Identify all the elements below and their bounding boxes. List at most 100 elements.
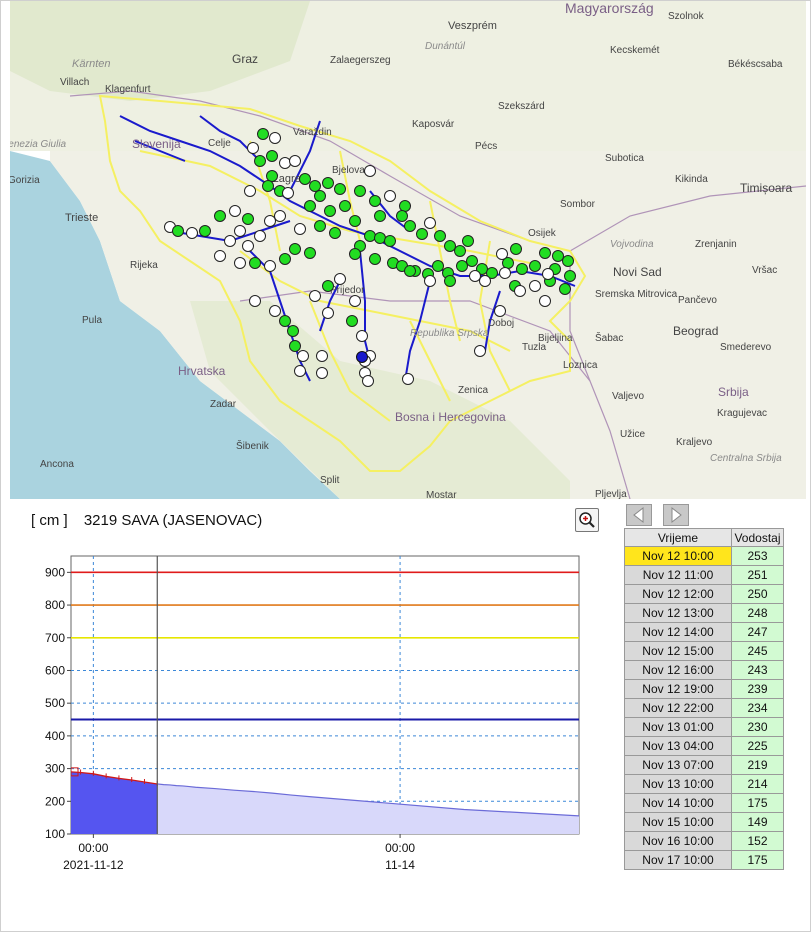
row-time[interactable]: Nov 12 10:00	[624, 546, 732, 566]
table-row[interactable]: Nov 12 11:00 251	[624, 565, 784, 585]
station-marker[interactable]	[479, 275, 491, 287]
station-marker[interactable]	[314, 220, 326, 232]
row-time[interactable]: Nov 15 10:00	[624, 812, 732, 832]
row-time[interactable]: Nov 13 01:00	[624, 717, 732, 737]
station-marker[interactable]	[322, 280, 334, 292]
row-time[interactable]: Nov 12 16:00	[624, 660, 732, 680]
station-marker[interactable]	[279, 253, 291, 265]
row-time[interactable]: Nov 16 10:00	[624, 831, 732, 851]
table-row[interactable]: Nov 12 16:00 243	[624, 660, 784, 680]
station-marker[interactable]	[289, 340, 301, 352]
station-marker[interactable]	[279, 157, 291, 169]
station-marker[interactable]	[334, 183, 346, 195]
station-marker[interactable]	[224, 235, 236, 247]
row-time[interactable]: Nov 12 19:00	[624, 679, 732, 699]
zoom-button[interactable]	[575, 508, 599, 532]
station-marker[interactable]	[399, 200, 411, 212]
station-marker[interactable]	[539, 247, 551, 259]
row-time[interactable]: Nov 12 12:00	[624, 584, 732, 604]
table-row[interactable]: Nov 12 22:00 234	[624, 698, 784, 718]
station-marker[interactable]	[339, 200, 351, 212]
table-row[interactable]: Nov 12 19:00 239	[624, 679, 784, 699]
station-marker[interactable]	[329, 227, 341, 239]
station-marker[interactable]	[374, 232, 386, 244]
table-row[interactable]: Nov 14 10:00 175	[624, 793, 784, 813]
station-marker[interactable]	[257, 128, 269, 140]
station-marker[interactable]	[516, 263, 528, 275]
station-marker[interactable]	[529, 280, 541, 292]
station-marker[interactable]	[249, 257, 261, 269]
row-time[interactable]: Nov 12 22:00	[624, 698, 732, 718]
station-marker[interactable]	[289, 155, 301, 167]
station-marker[interactable]	[199, 225, 211, 237]
station-marker[interactable]	[462, 235, 474, 247]
table-row[interactable]: Nov 12 15:00 245	[624, 641, 784, 661]
chart-svg[interactable]: 100 200 300 400 500 600 700 800 900 00:00 2021-11-…	[31, 546, 722, 886]
station-marker[interactable]	[444, 275, 456, 287]
station-marker[interactable]	[247, 142, 259, 154]
station-marker[interactable]	[309, 290, 321, 302]
station-marker[interactable]	[234, 225, 246, 237]
station-marker[interactable]	[269, 132, 281, 144]
station-marker[interactable]	[186, 227, 198, 239]
station-marker[interactable]	[294, 365, 306, 377]
table-row[interactable]: Nov 12 12:00 250	[624, 584, 784, 604]
station-marker[interactable]	[496, 248, 508, 260]
station-marker[interactable]	[334, 273, 346, 285]
map-view[interactable]: Magyarország Veszprém Szolnok Graz Kärnten Du…	[10, 1, 806, 499]
station-marker[interactable]	[282, 187, 294, 199]
station-marker[interactable]	[299, 173, 311, 185]
station-marker[interactable]	[274, 210, 286, 222]
station-marker[interactable]	[404, 220, 416, 232]
station-marker[interactable]	[269, 305, 281, 317]
selected-station-marker[interactable]	[356, 351, 368, 363]
station-marker[interactable]	[349, 295, 361, 307]
row-time[interactable]: Nov 12 14:00	[624, 622, 732, 642]
station-marker[interactable]	[559, 283, 571, 295]
station-marker[interactable]	[454, 245, 466, 257]
station-marker[interactable]	[242, 213, 254, 225]
station-marker[interactable]	[362, 375, 374, 387]
station-marker[interactable]	[172, 225, 184, 237]
row-time[interactable]: Nov 12 13:00	[624, 603, 732, 623]
table-row[interactable]: Nov 15 10:00 149	[624, 812, 784, 832]
table-row[interactable]: Nov 12 13:00 248	[624, 603, 784, 623]
station-marker[interactable]	[314, 190, 326, 202]
table-row[interactable]: Nov 12 14:00 247	[624, 622, 784, 642]
station-marker[interactable]	[297, 350, 309, 362]
row-time[interactable]: Nov 13 04:00	[624, 736, 732, 756]
station-marker[interactable]	[432, 260, 444, 272]
station-marker[interactable]	[510, 243, 522, 255]
station-marker[interactable]	[434, 230, 446, 242]
station-marker[interactable]	[304, 200, 316, 212]
station-marker[interactable]	[254, 230, 266, 242]
next-button[interactable]	[663, 504, 689, 526]
table-row[interactable]: Nov 13 07:00 219	[624, 755, 784, 775]
station-marker[interactable]	[346, 315, 358, 327]
station-marker[interactable]	[316, 350, 328, 362]
table-row[interactable]: Nov 12 10:00 253	[624, 546, 784, 566]
station-marker[interactable]	[264, 215, 276, 227]
station-marker[interactable]	[564, 270, 576, 282]
station-marker[interactable]	[396, 210, 408, 222]
station-marker[interactable]	[242, 240, 254, 252]
table-row[interactable]: Nov 13 01:00 230	[624, 717, 784, 737]
station-marker[interactable]	[324, 205, 336, 217]
station-marker[interactable]	[384, 190, 396, 202]
row-time[interactable]: Nov 14 10:00	[624, 793, 732, 813]
station-marker[interactable]	[279, 315, 291, 327]
station-marker[interactable]	[424, 275, 436, 287]
station-marker[interactable]	[234, 257, 246, 269]
station-marker[interactable]	[552, 250, 564, 262]
station-marker[interactable]	[424, 217, 436, 229]
station-marker[interactable]	[294, 223, 306, 235]
water-level-chart[interactable]: 100 200 300 400 500 600 700 800 900 00:00 2021-11-…	[31, 546, 722, 886]
station-marker[interactable]	[374, 210, 386, 222]
station-marker[interactable]	[562, 255, 574, 267]
station-marker[interactable]	[254, 155, 266, 167]
station-marker[interactable]	[316, 367, 328, 379]
station-marker[interactable]	[266, 150, 278, 162]
station-marker[interactable]	[466, 255, 478, 267]
station-marker[interactable]	[214, 250, 226, 262]
station-marker[interactable]	[469, 270, 481, 282]
